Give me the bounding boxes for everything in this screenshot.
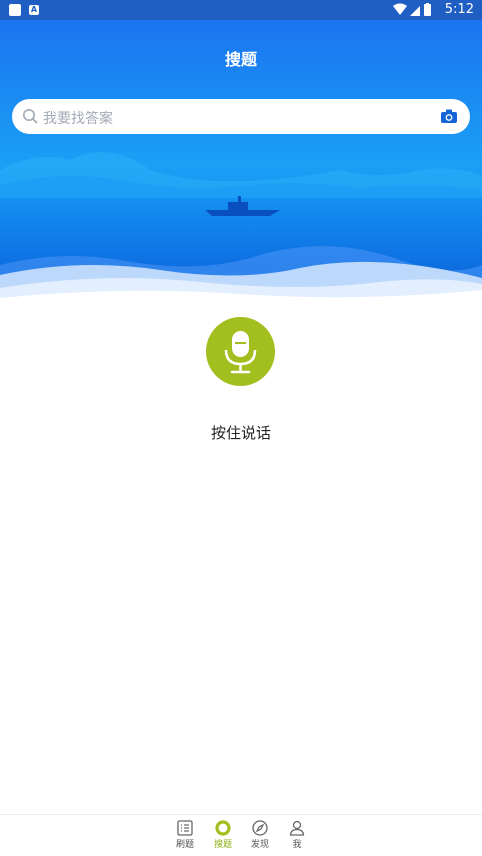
compass-icon — [252, 820, 268, 836]
search-icon — [23, 109, 38, 124]
signal-icon — [410, 6, 420, 16]
nav-item-search[interactable]: 搜题 — [205, 819, 241, 855]
system-status-icons — [393, 3, 431, 16]
microphone-icon — [224, 331, 257, 374]
square-icon — [9, 4, 21, 16]
nav-label: 搜题 — [213, 840, 232, 850]
status-bar: A 5:12 — [0, 0, 482, 20]
a-notification-icon: A — [29, 5, 39, 15]
hold-to-speak-label: 按住说话 — [210, 424, 271, 442]
bottom-navigation: 刷题 搜题 发现 我 — [0, 814, 482, 856]
search-ring-icon — [215, 820, 231, 836]
page-title: 搜题 — [224, 50, 257, 69]
camera-icon[interactable] — [440, 108, 458, 125]
status-time: 5:12 — [444, 2, 474, 17]
battery-icon — [424, 4, 431, 16]
nav-label: 刷题 — [175, 840, 194, 850]
wifi-icon — [393, 3, 407, 15]
nav-label: 发现 — [250, 840, 269, 850]
search-bar[interactable]: 我要找答案 — [12, 99, 470, 134]
voice-search-button[interactable] — [206, 317, 275, 386]
nav-item-me[interactable]: 我 — [279, 819, 315, 855]
nav-item-practice[interactable]: 刷题 — [167, 819, 203, 855]
nav-item-discover[interactable]: 发现 — [242, 819, 278, 855]
search-input[interactable]: 我要找答案 — [43, 108, 113, 128]
nav-label: 我 — [292, 840, 302, 850]
search-screen: A 5:12 搜题 我要找答案 按住说话 刷题 搜题 发现 我 — [0, 0, 482, 856]
list-icon — [177, 820, 193, 836]
user-icon — [289, 820, 305, 836]
